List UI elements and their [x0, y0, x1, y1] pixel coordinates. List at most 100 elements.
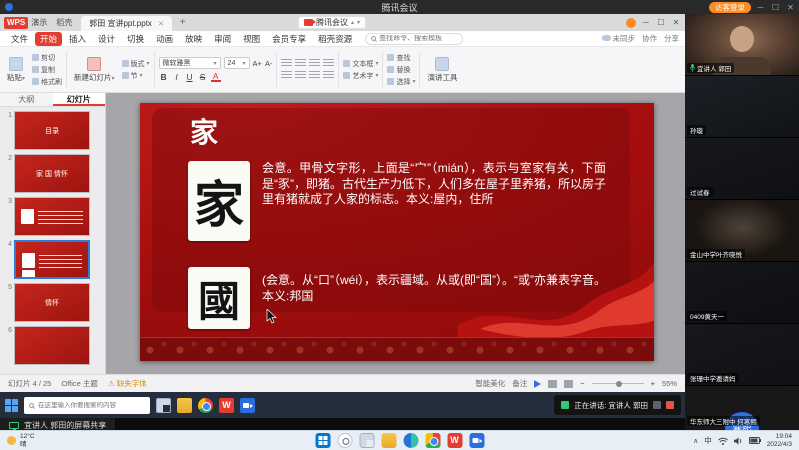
bold-button[interactable]: B	[159, 72, 169, 82]
maximize-icon[interactable]: ☐	[770, 3, 781, 12]
numbered-list-icon[interactable]	[295, 59, 306, 68]
menu-view[interactable]: 视图	[238, 32, 265, 46]
collab-button[interactable]: 协作	[642, 33, 657, 44]
wps-taskbar-icon[interactable]: W	[219, 398, 234, 413]
minimize-icon[interactable]: ─	[755, 3, 766, 12]
battery-icon[interactable]	[749, 437, 761, 444]
start-button[interactable]	[315, 433, 330, 448]
decrease-font-button[interactable]: A-	[265, 59, 273, 68]
menu-transition[interactable]: 切换	[122, 32, 149, 46]
slide-text-jia[interactable]: 会意。甲骨文字形，上面是“宀”（mián），表示与室家有关，下面是“豕”，即猪。…	[262, 161, 606, 208]
format-painter-button[interactable]: 格式刷	[32, 77, 62, 87]
slideshow-play-icon[interactable]	[534, 380, 541, 388]
increase-font-button[interactable]: A+	[253, 59, 262, 68]
normal-view-icon[interactable]	[548, 380, 557, 388]
chrome-icon[interactable]	[425, 433, 440, 448]
edge-icon[interactable]	[403, 433, 418, 448]
close-icon[interactable]: ✕	[785, 3, 796, 12]
italic-button[interactable]: I	[172, 72, 182, 82]
slide-thumbnail[interactable]: 5 情怀	[2, 283, 103, 322]
chevron-down-icon[interactable]: ▾	[357, 19, 360, 26]
wordart-button[interactable]: 艺术字▾	[343, 71, 378, 81]
volume-icon[interactable]	[734, 437, 743, 445]
wps-maximize-icon[interactable]: ☐	[656, 18, 666, 27]
participant-video-presenter[interactable]: 宜讲人 郭田	[685, 14, 799, 76]
menu-insert[interactable]: 插入	[64, 32, 91, 46]
seal-script-card-jia[interactable]: 家	[188, 161, 250, 241]
font-warning[interactable]: ⚠ 缺失字体	[108, 378, 147, 389]
menu-member[interactable]: 会员专享	[267, 32, 311, 46]
wps-close-icon[interactable]: ✕	[671, 18, 681, 27]
weather-widget[interactable]: 12°C 晴	[7, 433, 35, 448]
user-avatar[interactable]	[626, 18, 636, 28]
font-size-select[interactable]: 24▾	[224, 57, 250, 69]
participant-video[interactable]: 孙璇	[685, 76, 799, 138]
wifi-icon[interactable]	[718, 437, 728, 445]
theme-name[interactable]: Office 主题	[61, 378, 98, 389]
tab-outline[interactable]: 大纲	[0, 93, 53, 106]
clock[interactable]: 19:04 2022/4/3	[767, 433, 792, 449]
slide-canvas[interactable]: 家 家 会意。甲骨文字形，上面是“宀”（mián），表示与室家有关，下面是“豕”…	[106, 93, 685, 374]
guest-login-button[interactable]: 访客登录	[709, 2, 751, 13]
menu-design[interactable]: 设计	[93, 32, 120, 46]
menu-file[interactable]: 文件	[6, 32, 33, 46]
select-button[interactable]: 选择▾	[387, 77, 415, 87]
zoom-level[interactable]: 55%	[662, 379, 677, 388]
new-tab-button[interactable]: +	[176, 17, 190, 28]
menu-animation[interactable]: 动画	[151, 32, 178, 46]
slide-thumbnail[interactable]: 2 家 国 情怀	[2, 154, 103, 193]
strikethrough-button[interactable]: S	[198, 72, 208, 82]
tab-daoke[interactable]: 稻壳	[51, 17, 77, 28]
slide-thumbnail-selected[interactable]: 4	[2, 240, 103, 279]
indent-increase-icon[interactable]	[323, 59, 334, 68]
participant-video[interactable]: 金山中学叶齐晓悦	[685, 200, 799, 262]
meeting-taskbar-icon[interactable]	[469, 433, 484, 448]
task-view-icon[interactable]	[359, 433, 374, 448]
file-explorer-icon[interactable]	[177, 398, 192, 413]
zoom-slider[interactable]	[592, 383, 644, 384]
wps-logo[interactable]: WPS 演示	[4, 17, 47, 29]
presentation-tool-button[interactable]: 演讲工具	[424, 57, 460, 83]
camera-icon[interactable]	[653, 401, 661, 409]
font-name-select[interactable]: 微软雅黑▾	[159, 57, 221, 69]
command-search[interactable]	[365, 33, 463, 45]
participant-video[interactable]: 张珊中学邀请妈	[685, 324, 799, 386]
document-tab[interactable]: 郭田 宣讲ppt.pptx ✕	[81, 16, 172, 31]
slide-thumbnail[interactable]: 1 目录	[2, 111, 103, 150]
speaking-indicator-bar[interactable]: 正在讲话: 宜讲人 郭田	[554, 395, 681, 415]
meeting-floating-pill[interactable]: 腾讯会议 ▴ ▾	[298, 16, 366, 29]
align-right-icon[interactable]	[309, 71, 320, 80]
layout-button[interactable]: 版式▾	[122, 59, 150, 69]
wps-taskbar-icon[interactable]: W	[447, 433, 462, 448]
slide-thumbnail[interactable]: 3	[2, 197, 103, 236]
menu-home[interactable]: 开始	[35, 32, 62, 46]
start-button[interactable]	[5, 399, 18, 412]
wps-minimize-icon[interactable]: ─	[641, 18, 651, 27]
current-slide[interactable]: 家 家 会意。甲骨文字形，上面是“宀”（mián），表示与室家有关，下面是“豕”…	[140, 103, 654, 361]
underline-button[interactable]: U	[185, 72, 195, 82]
file-explorer-icon[interactable]	[381, 433, 396, 448]
sync-status[interactable]: 未同步	[602, 33, 636, 44]
presenter-search-box[interactable]	[24, 397, 150, 414]
search-icon[interactable]	[337, 433, 352, 448]
zoom-in-icon[interactable]: +	[651, 379, 655, 388]
share-button[interactable]: 分享	[664, 33, 679, 44]
notes-button[interactable]: 备注	[512, 378, 527, 389]
slide-title[interactable]: 家	[190, 111, 218, 151]
font-color-button[interactable]: A	[211, 72, 221, 82]
ime-indicator[interactable]: 中	[704, 435, 712, 446]
stop-share-icon[interactable]	[666, 401, 674, 409]
zoom-out-icon[interactable]: −	[580, 379, 584, 388]
align-center-icon[interactable]	[295, 71, 306, 80]
find-button[interactable]: 查找	[387, 53, 415, 63]
slide-thumbnail[interactable]: 6	[2, 326, 103, 365]
sorter-view-icon[interactable]	[564, 380, 573, 388]
meeting-taskbar-icon[interactable]	[240, 398, 255, 413]
chrome-icon[interactable]	[198, 398, 213, 413]
tab-slides[interactable]: 幻灯片	[53, 93, 106, 106]
beautify-button[interactable]: 智能美化	[475, 378, 505, 389]
line-spacing-icon[interactable]	[323, 71, 334, 80]
menu-daoke-res[interactable]: 稻壳资源	[313, 32, 357, 46]
textbox-button[interactable]: 文本框▾	[343, 59, 378, 69]
tab-close-icon[interactable]: ✕	[158, 20, 164, 28]
